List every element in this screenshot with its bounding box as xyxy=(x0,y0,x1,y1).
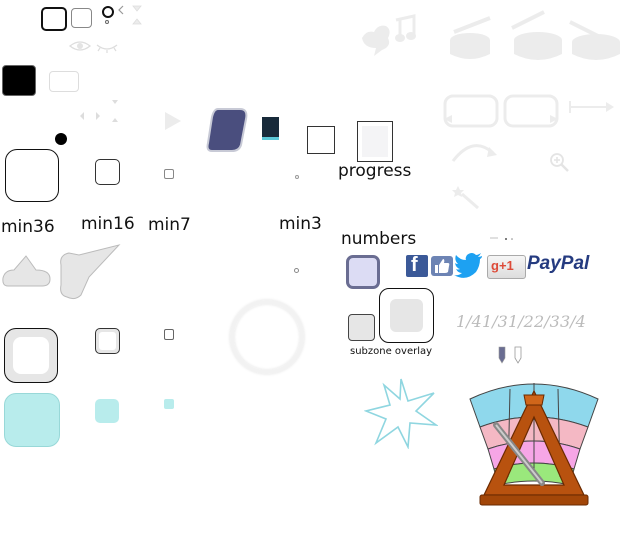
google-plus-one-icon[interactable]: g+1 xyxy=(487,255,526,279)
bird-music-icon xyxy=(356,12,422,60)
magic-wand-icon xyxy=(452,180,482,210)
paypal-logo[interactable]: PayPal xyxy=(527,253,589,275)
right-arrow-bar-icon xyxy=(568,99,616,115)
subzone-overlay-label: subzone overlay xyxy=(350,346,433,357)
tiny-ring-min3 xyxy=(294,268,299,273)
tiny-dot-min3 xyxy=(295,175,299,179)
ring-icon xyxy=(102,6,114,18)
rotate-arc-icon xyxy=(449,141,499,163)
cymbal-drum-icon xyxy=(568,12,624,64)
facebook-icon[interactable]: f xyxy=(406,254,428,277)
gray-small-tile xyxy=(348,314,375,341)
tiny-ring-icon xyxy=(105,20,109,24)
dark-tile-with-cyan xyxy=(262,117,279,140)
collapse-arrows-icon xyxy=(131,4,143,26)
min3-label: min3 xyxy=(279,214,322,234)
eye-closed-icon xyxy=(95,39,119,53)
fraction-third: 1/3 xyxy=(482,312,508,331)
twitter-bird-icon[interactable] xyxy=(454,252,484,278)
black-dot xyxy=(55,133,67,145)
min36-label: min36 xyxy=(1,217,55,237)
numbers-label: numbers xyxy=(341,229,417,249)
min16-label: min16 xyxy=(81,214,135,234)
rounded-square-black-outline xyxy=(41,7,67,31)
drum-with-stick-icon xyxy=(444,14,500,62)
facebook-letter: f xyxy=(411,254,418,276)
fraction-three-quarters: 3/4 xyxy=(560,312,586,331)
black-rounded-square xyxy=(2,65,36,96)
cyan-tile-min16 xyxy=(95,399,119,423)
fraction-quarter: 1/4 xyxy=(456,312,482,331)
progress-dots xyxy=(488,235,518,243)
undo-icon xyxy=(442,93,500,129)
zoom-in-icon xyxy=(548,151,570,173)
min7-label: min7 xyxy=(148,215,191,235)
gray-tile-min7-outlined xyxy=(164,329,174,340)
subzone-overlay-tile xyxy=(379,288,434,343)
outlined-square-large xyxy=(357,121,393,162)
play-triangle-icon xyxy=(164,111,182,131)
left-chevron-icon xyxy=(118,5,124,15)
like-thumb-icon[interactable] xyxy=(430,254,454,278)
paypal-text: PayPal xyxy=(527,253,590,274)
navy-rounded-tile xyxy=(206,107,248,153)
fraction-two-thirds: 2/3 xyxy=(534,312,560,331)
gray-tile-min36-outlined xyxy=(4,328,58,383)
snare-drum-icon xyxy=(510,8,566,64)
cyan-tile-min7 xyxy=(164,399,174,409)
gray-tile-min16-outlined xyxy=(95,328,120,354)
gplus-text: g+1 xyxy=(491,258,514,273)
progress-label: progress xyxy=(338,161,412,181)
white-rounded-rect xyxy=(49,71,79,92)
mountain-bubble xyxy=(2,252,52,288)
starburst-outline xyxy=(364,377,438,449)
pen-marker-light xyxy=(514,346,522,364)
rounded-tile-min16-outline xyxy=(95,159,120,185)
faint-ring xyxy=(230,300,304,374)
cyan-tile-min36 xyxy=(4,393,60,447)
pen-marker-dark xyxy=(498,346,506,364)
redo-icon xyxy=(502,93,560,129)
fraction-half: 1/2 xyxy=(508,312,534,331)
eye-icon xyxy=(68,39,92,53)
tail-bubble xyxy=(57,243,121,301)
small-arrows-icon xyxy=(78,98,128,126)
rounded-square-gray-outline xyxy=(71,8,92,28)
rounded-tile-min7-outline xyxy=(164,169,174,179)
metronome-icon xyxy=(468,377,600,509)
rounded-tile-min36-outline xyxy=(5,149,59,202)
lavender-rounded-tile xyxy=(346,255,380,289)
outlined-square-small xyxy=(307,126,335,154)
